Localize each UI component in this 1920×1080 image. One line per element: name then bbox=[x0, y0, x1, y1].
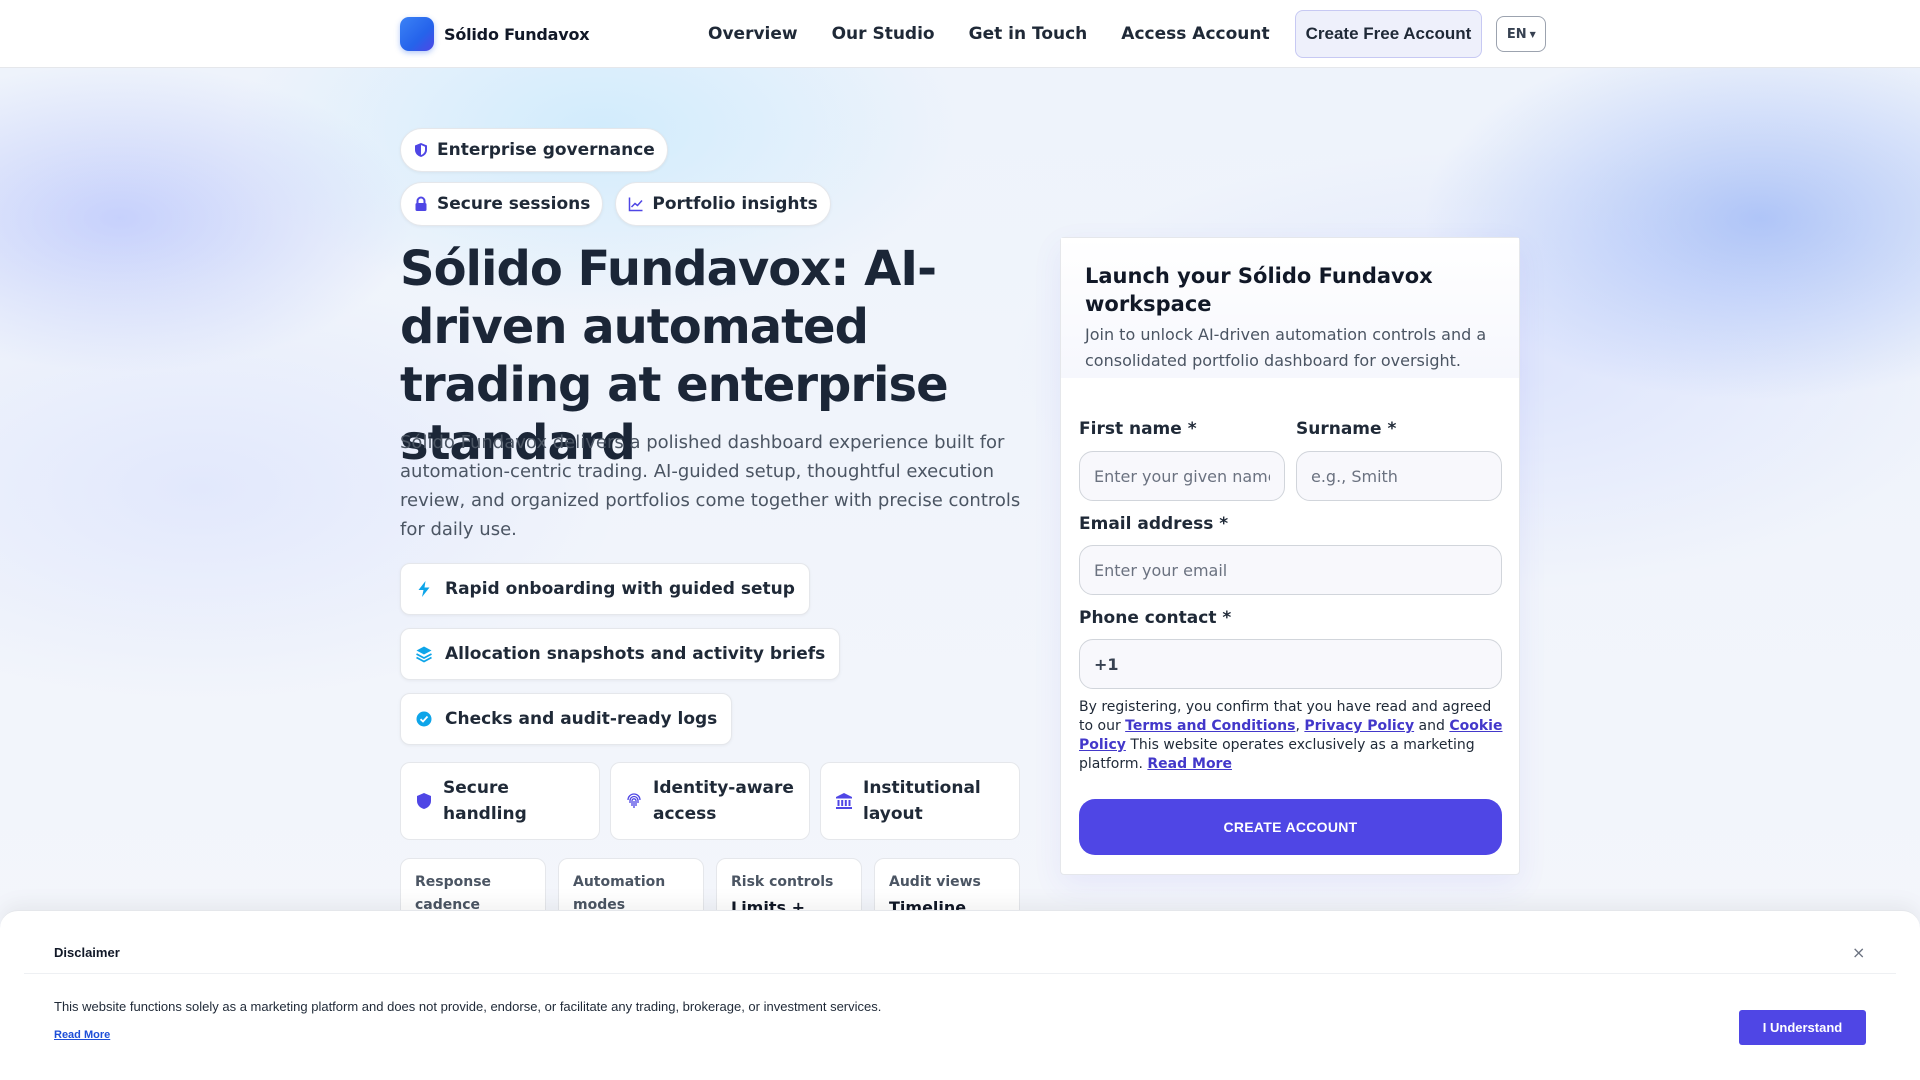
surname-input[interactable] bbox=[1296, 451, 1502, 501]
first-name-label: First name * bbox=[1079, 419, 1197, 439]
feature-label: Allocation snapshots and activity briefs bbox=[445, 644, 826, 664]
pill-portfolio-insights: Portfolio insights bbox=[615, 182, 831, 226]
brand-name: Sólido Fundavox bbox=[444, 24, 590, 44]
brand-logo-icon bbox=[400, 17, 434, 51]
surname-label: Surname * bbox=[1296, 419, 1397, 439]
pill-label: Secure sessions bbox=[437, 194, 591, 214]
language-selector[interactable]: EN ▼ bbox=[1496, 16, 1547, 52]
phone-label: Phone contact * bbox=[1079, 608, 1232, 628]
create-free-account-button[interactable]: Create Free Account bbox=[1294, 10, 1483, 58]
disclaimer-divider bbox=[24, 973, 1896, 974]
disclaimer-banner: Disclaimer × This website functions sole… bbox=[0, 910, 1920, 1080]
form-title: Launch your Sólido Fundavox workspace bbox=[1085, 264, 1433, 316]
brand[interactable]: Sólido Fundavox bbox=[400, 17, 590, 51]
trust-card-institutional-layout: Institutional layout bbox=[820, 762, 1020, 840]
phone-input[interactable] bbox=[1079, 639, 1502, 689]
disclaimer-title: Disclaimer bbox=[54, 945, 120, 960]
chart-line-icon bbox=[629, 197, 643, 212]
trust-cards: Secure handling Identity-aware access In… bbox=[400, 762, 1020, 840]
feature-allocation-snapshots: Allocation snapshots and activity briefs bbox=[400, 628, 841, 680]
feature-checks-audit: Checks and audit-ready logs bbox=[400, 693, 733, 745]
pill-enterprise-governance: Enterprise governance bbox=[400, 128, 668, 172]
close-icon[interactable]: × bbox=[1852, 943, 1865, 962]
shield-icon bbox=[417, 793, 431, 809]
hero-description: Sólido Fundavox delivers a polished dash… bbox=[400, 432, 1021, 540]
terms-link[interactable]: Terms and Conditions bbox=[1125, 718, 1295, 734]
email-label: Email address * bbox=[1079, 514, 1229, 534]
consent-text: By registering, you confirm that you hav… bbox=[1079, 698, 1504, 774]
pill-label: Portfolio insights bbox=[652, 194, 818, 214]
trust-card-label: Institutional layout bbox=[863, 778, 981, 824]
bank-icon bbox=[836, 793, 852, 809]
top-navbar: Sólido Fundavox Overview Our Studio Get … bbox=[0, 0, 1920, 68]
stat-card-label: Risk controls bbox=[731, 874, 834, 890]
consent-suffix: This website operates exclusively as a m… bbox=[1079, 737, 1475, 772]
form-subtitle: Join to unlock AI-driven automation cont… bbox=[1085, 325, 1487, 370]
consent-and: and bbox=[1414, 718, 1450, 734]
trust-card-identity-access: Identity-aware access bbox=[610, 762, 810, 840]
nav-our-studio[interactable]: Our Studio bbox=[815, 12, 952, 56]
lock-icon bbox=[415, 196, 427, 211]
pill-secure-sessions: Secure sessions bbox=[400, 182, 604, 226]
main-nav: Overview Our Studio Get in Touch Access … bbox=[691, 10, 1547, 58]
nav-get-in-touch[interactable]: Get in Touch bbox=[952, 12, 1105, 56]
first-name-input[interactable] bbox=[1079, 451, 1285, 501]
nav-access-account[interactable]: Access Account bbox=[1104, 12, 1286, 56]
trust-card-label: Identity-aware access bbox=[653, 778, 794, 824]
shield-icon bbox=[415, 143, 427, 157]
feature-label: Rapid onboarding with guided setup bbox=[445, 579, 795, 599]
i-understand-button[interactable]: I Understand bbox=[1739, 1010, 1866, 1045]
read-more-link[interactable]: Read More bbox=[1147, 756, 1232, 772]
pill-label: Enterprise governance bbox=[437, 140, 655, 160]
bolt-icon bbox=[418, 581, 430, 597]
trust-card-label: Secure handling bbox=[443, 778, 527, 824]
fingerprint-icon bbox=[627, 793, 641, 808]
language-label: EN bbox=[1506, 26, 1527, 42]
email-input[interactable] bbox=[1079, 545, 1502, 595]
hero-pills: Enterprise governance Secure sessions Po… bbox=[400, 128, 870, 226]
signup-form-card: Launch your Sólido Fundavox workspace Jo… bbox=[1060, 237, 1520, 875]
check-circle-icon bbox=[416, 711, 432, 727]
create-account-button[interactable]: CREATE ACCOUNT bbox=[1079, 799, 1502, 855]
nav-overview[interactable]: Overview bbox=[691, 12, 815, 56]
trust-card-secure-handling: Secure handling bbox=[400, 762, 600, 840]
privacy-link[interactable]: Privacy Policy bbox=[1304, 718, 1414, 734]
feature-rapid-onboarding: Rapid onboarding with guided setup bbox=[400, 563, 810, 615]
layers-icon bbox=[416, 646, 432, 663]
feature-list: Rapid onboarding with guided setup Alloc… bbox=[400, 563, 841, 745]
stat-card-label: Audit views bbox=[889, 874, 981, 890]
feature-label: Checks and audit-ready logs bbox=[445, 709, 718, 729]
disclaimer-text: This website functions solely as a marke… bbox=[54, 999, 882, 1014]
disclaimer-read-more-link[interactable]: Read More bbox=[54, 1029, 110, 1041]
chevron-down-icon: ▼ bbox=[1529, 29, 1536, 39]
